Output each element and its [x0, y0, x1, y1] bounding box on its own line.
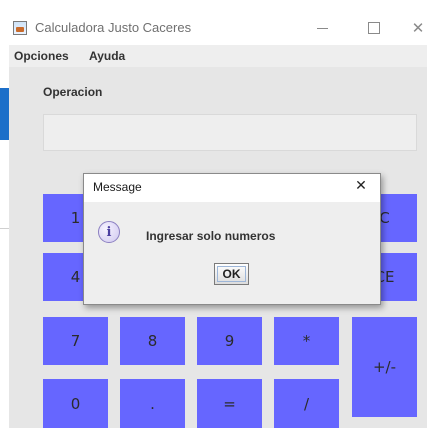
dialog-title: Message: [93, 180, 142, 194]
close-button[interactable]: ✕: [403, 16, 427, 40]
dialog-close-button[interactable]: ✕: [350, 176, 372, 196]
background-window-divider: [0, 228, 9, 229]
menu-ayuda[interactable]: Ayuda: [89, 49, 125, 63]
title-bar[interactable]: Calculadora Justo Caceres ✕: [9, 0, 427, 44]
key-plus-minus[interactable]: +/-: [352, 317, 417, 417]
java-cup-icon: [13, 21, 27, 35]
key-8[interactable]: 8: [120, 317, 185, 365]
dialog-message: Ingresar solo numeros: [146, 229, 276, 243]
background-window-edge: [0, 0, 9, 428]
info-icon: i: [98, 221, 120, 243]
menu-opciones[interactable]: Opciones: [14, 49, 69, 63]
window-title: Calculadora Justo Caceres: [35, 20, 192, 35]
key-divide[interactable]: /: [274, 379, 339, 428]
key-decimal[interactable]: .: [120, 379, 185, 428]
operation-display[interactable]: [43, 114, 417, 151]
key-equals[interactable]: =: [197, 379, 262, 428]
menu-bar: Opciones Ayuda: [9, 45, 427, 67]
calculator-window: Calculadora Justo Caceres ✕ Opciones Ayu…: [9, 0, 427, 428]
key-7[interactable]: 7: [43, 317, 108, 365]
key-0[interactable]: 0: [43, 379, 108, 428]
message-dialog: Message ✕ i Ingresar solo numeros OK: [83, 173, 381, 305]
key-multiply[interactable]: *: [274, 317, 339, 365]
key-9[interactable]: 9: [197, 317, 262, 365]
minimize-button[interactable]: [307, 16, 337, 40]
maximize-button[interactable]: [359, 16, 389, 40]
ok-button[interactable]: OK: [214, 263, 249, 285]
operation-label: Operacion: [43, 85, 103, 99]
dialog-body: i Ingresar solo numeros OK: [84, 202, 380, 304]
background-window-accent: [0, 88, 9, 140]
